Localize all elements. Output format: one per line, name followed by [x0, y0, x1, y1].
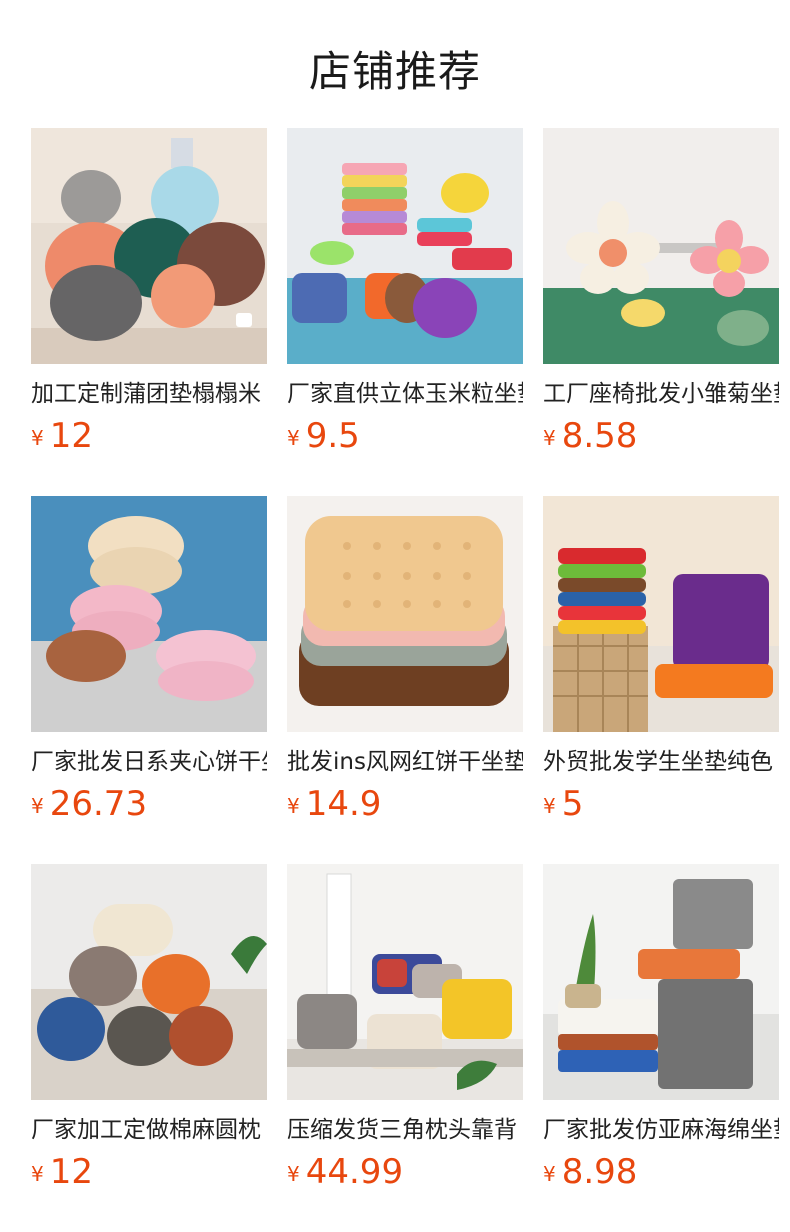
student-cushions-photo — [543, 496, 779, 732]
product-name[interactable]: 压缩发货三角枕头靠背 — [287, 1114, 523, 1146]
product-price: 8.98 — [561, 1152, 638, 1192]
product-price: 12 — [49, 1152, 93, 1192]
product-image[interactable] — [543, 864, 779, 1100]
product-name[interactable]: 批发ins风网红饼干坐垫 — [287, 746, 523, 778]
product-price: 14.9 — [305, 784, 382, 824]
product-price-row: ¥26.73 — [31, 784, 267, 824]
product-card[interactable]: 加工定制蒲团垫榻榻米 ¥12 — [31, 128, 267, 468]
product-price-row: ¥8.58 — [543, 416, 779, 456]
product-price-row: ¥9.5 — [287, 416, 523, 456]
product-image[interactable] — [287, 864, 523, 1100]
product-image[interactable] — [287, 128, 523, 364]
product-price: 26.73 — [49, 784, 148, 824]
product-name[interactable]: 外贸批发学生坐垫纯色 — [543, 746, 779, 778]
product-name[interactable]: 工厂座椅批发小雏菊坐垫 — [543, 378, 779, 410]
round-cushions-photo — [31, 128, 267, 364]
product-price-row: ¥8.98 — [543, 1152, 779, 1192]
product-price: 44.99 — [305, 1152, 404, 1192]
currency-symbol: ¥ — [31, 426, 44, 450]
currency-symbol: ¥ — [543, 426, 556, 450]
biscuit-cushions-photo — [287, 496, 523, 732]
product-card[interactable]: 压缩发货三角枕头靠背 ¥44.99 — [287, 864, 523, 1204]
reading-pillows-photo — [287, 864, 523, 1100]
product-image[interactable] — [543, 496, 779, 732]
product-card[interactable]: 工厂座椅批发小雏菊坐垫 ¥8.58 — [543, 128, 779, 468]
product-name[interactable]: 加工定制蒲团垫榻榻米 — [31, 378, 267, 410]
product-price-row: ¥12 — [31, 1152, 267, 1192]
product-price-row: ¥14.9 — [287, 784, 523, 824]
section-title: 店铺推荐 — [308, 47, 481, 96]
product-price-row: ¥44.99 — [287, 1152, 523, 1192]
product-card[interactable]: 外贸批发学生坐垫纯色 ¥5 — [543, 496, 779, 836]
product-name[interactable]: 厂家批发日系夹心饼干坐垫 — [31, 746, 267, 778]
product-name[interactable]: 厂家批发仿亚麻海绵坐垫 — [543, 1114, 779, 1146]
product-name[interactable]: 厂家直供立体玉米粒坐垫 — [287, 378, 523, 410]
corn-cushions-photo — [287, 128, 523, 364]
currency-symbol: ¥ — [287, 1162, 300, 1186]
product-image[interactable] — [31, 496, 267, 732]
currency-symbol: ¥ — [31, 1162, 44, 1186]
product-image[interactable] — [287, 496, 523, 732]
linen-sponge-cushions-photo — [543, 864, 779, 1100]
product-card[interactable]: 厂家批发日系夹心饼干坐垫 ¥26.73 — [31, 496, 267, 836]
currency-symbol: ¥ — [287, 426, 300, 450]
product-price: 9.5 — [305, 416, 360, 456]
product-image[interactable] — [31, 128, 267, 364]
product-card[interactable]: 厂家直供立体玉米粒坐垫 ¥9.5 — [287, 128, 523, 468]
product-price-row: ¥5 — [543, 784, 779, 824]
currency-symbol: ¥ — [543, 1162, 556, 1186]
currency-symbol: ¥ — [543, 794, 556, 818]
sandwich-biscuit-cushions-photo — [31, 496, 267, 732]
product-card[interactable]: 厂家加工定做棉麻圆枕 ¥12 — [31, 864, 267, 1204]
product-price-row: ¥12 — [31, 416, 267, 456]
product-card[interactable]: 厂家批发仿亚麻海绵坐垫 ¥8.98 — [543, 864, 779, 1204]
product-price: 12 — [49, 416, 93, 456]
product-price: 5 — [561, 784, 584, 824]
currency-symbol: ¥ — [31, 794, 44, 818]
product-price: 8.58 — [561, 416, 638, 456]
product-image[interactable] — [31, 864, 267, 1100]
product-card[interactable]: 批发ins风网红饼干坐垫 ¥14.9 — [287, 496, 523, 836]
product-image[interactable] — [543, 128, 779, 364]
currency-symbol: ¥ — [287, 794, 300, 818]
product-name[interactable]: 厂家加工定做棉麻圆枕 — [31, 1114, 267, 1146]
bolster-pillows-photo — [31, 864, 267, 1100]
daisy-cushions-photo — [543, 128, 779, 364]
